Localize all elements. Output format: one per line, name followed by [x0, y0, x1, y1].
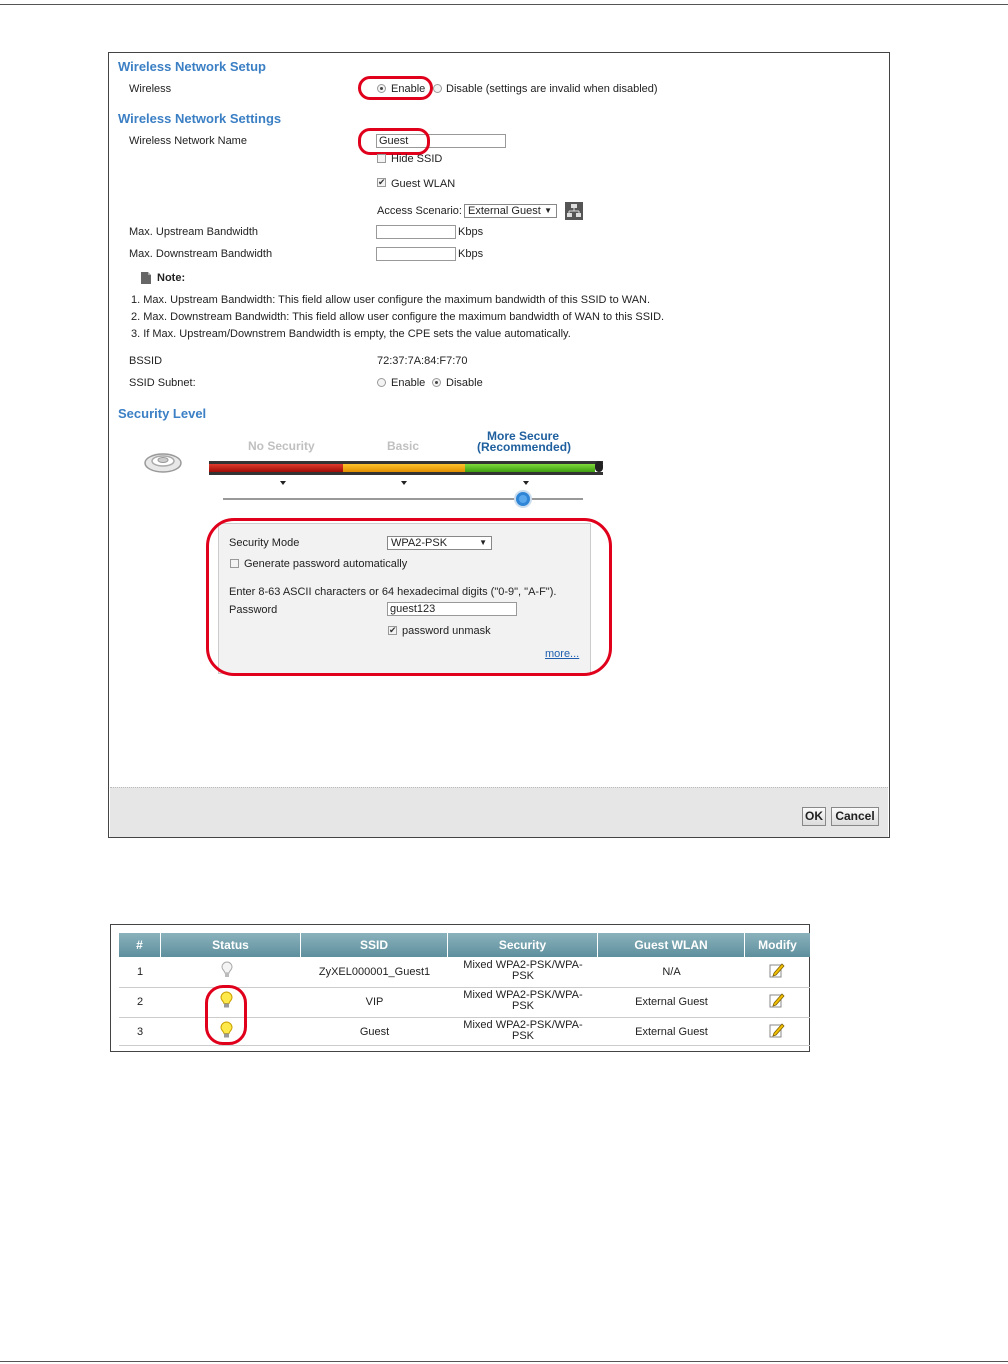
ssid-subnet-disable-radio[interactable]: [432, 378, 441, 387]
row-1-security-line2: PSK: [511, 970, 534, 982]
top-rule: [0, 4, 1008, 5]
level-no-security[interactable]: No Security: [248, 439, 315, 453]
access-scenario-select[interactable]: External Guest ▼: [464, 204, 557, 218]
row-1-guest-wlan: N/A: [662, 966, 681, 978]
upstream-label: Max. Upstream Bandwidth: [129, 226, 258, 238]
cancel-button[interactable]: Cancel: [831, 807, 879, 826]
row-1-ssid: ZyXEL000001_Guest1: [318, 966, 431, 978]
row-2-security-line2: PSK: [511, 1000, 534, 1012]
security-level-bar: [209, 461, 603, 500]
row-3-ssid: Guest: [359, 1026, 390, 1038]
downstream-input[interactable]: [376, 247, 456, 261]
level-basic[interactable]: Basic: [387, 439, 419, 453]
wireless-disable-label: Disable (settings are invalid when disab…: [446, 83, 658, 95]
row-2-guest-wlan: External Guest: [635, 996, 708, 1008]
password-input[interactable]: [387, 602, 517, 616]
row-3-security-line2: PSK: [511, 1030, 534, 1042]
bulb-off-icon: [221, 961, 233, 977]
note-item-2: 2. Max. Downstream Bandwidth: This field…: [131, 311, 665, 323]
level-recommended: (Recommended): [477, 440, 572, 454]
more-link[interactable]: more...: [545, 648, 579, 660]
row-2-number: 2: [136, 996, 144, 1008]
wireless-disable-radio[interactable]: [433, 84, 442, 93]
security-mode-select[interactable]: WPA2-PSK ▼: [387, 536, 492, 550]
hide-ssid-label: Hide SSID: [391, 153, 443, 165]
password-unmask-checkbox[interactable]: ✔: [388, 626, 397, 635]
generate-password-label: Generate password automatically: [244, 558, 408, 570]
row-divider: [119, 1017, 810, 1018]
security-mode-label: Security Mode: [229, 537, 300, 549]
col-header-number: #: [119, 933, 161, 957]
bssid-label: BSSID: [129, 355, 163, 367]
form-footer: OK Cancel: [110, 787, 888, 837]
edit-icon[interactable]: [769, 962, 785, 978]
wireless-enable-label: Enable: [391, 83, 426, 95]
access-scenario-label: Access Scenario:: [377, 205, 462, 217]
row-2-ssid: VIP: [365, 996, 384, 1008]
guest-wlan-checkbox[interactable]: ✔: [377, 178, 386, 187]
bulb-on-icon: [220, 1021, 233, 1038]
row-divider: [119, 1045, 810, 1046]
generate-password-checkbox[interactable]: [230, 559, 239, 568]
upstream-unit: Kbps: [458, 226, 484, 238]
col-header-security: Security: [448, 933, 598, 957]
downstream-unit: Kbps: [458, 248, 484, 260]
ssid-subnet-enable-label: Enable: [391, 377, 426, 389]
section-title-network-setup: Wireless Network Setup: [118, 59, 266, 74]
hide-ssid-checkbox[interactable]: [377, 154, 386, 163]
note-item-3: 3. If Max. Upstream/Downstrem Bandwidth …: [131, 328, 571, 340]
access-scenario-value: External Guest: [468, 205, 541, 217]
network-name-input[interactable]: [376, 134, 506, 148]
wireless-label: Wireless: [129, 83, 172, 95]
col-header-status: Status: [161, 933, 301, 957]
chevron-down-icon: ▼: [479, 538, 487, 547]
col-header-guest-wlan: Guest WLAN: [598, 933, 745, 957]
ssid-subnet-disable-label: Disable: [446, 377, 483, 389]
section-title-network-settings: Wireless Network Settings: [118, 111, 282, 126]
network-topology-icon[interactable]: [565, 202, 583, 220]
ok-button[interactable]: OK: [802, 807, 826, 826]
col-header-modify: Modify: [745, 933, 810, 957]
security-settings-box: Security Mode WPA2-PSK ▼ Generate passwo…: [218, 523, 591, 674]
guest-wlan-label: Guest WLAN: [391, 178, 456, 190]
note-title: Note:: [157, 272, 186, 284]
ssid-subnet-enable-radio[interactable]: [377, 378, 386, 387]
downstream-label: Max. Downstream Bandwidth: [129, 248, 273, 260]
bulb-on-icon: [220, 991, 233, 1008]
password-label: Password: [229, 604, 278, 616]
password-hint: Enter 8-63 ASCII characters or 64 hexade…: [229, 586, 557, 598]
ssid-subnet-label: SSID Subnet:: [129, 377, 196, 389]
edit-icon[interactable]: [769, 992, 785, 1008]
ssid-table: # Status SSID Security Guest WLAN Modify…: [110, 924, 810, 1052]
chevron-down-icon: ▼: [544, 206, 552, 215]
upstream-input[interactable]: [376, 225, 456, 239]
row-3-number: 3: [136, 1026, 144, 1038]
security-slider-handle[interactable]: [514, 490, 532, 508]
section-title-security-level: Security Level: [118, 406, 207, 421]
wireless-settings-panel: Wireless Network Setup Wireless Enable D…: [108, 52, 890, 838]
row-1-number: 1: [136, 966, 144, 978]
security-mode-value: WPA2-PSK: [391, 537, 448, 549]
row-divider: [119, 987, 810, 988]
bssid-value: 72:37:7A:84:F7:70: [377, 355, 468, 367]
col-header-ssid: SSID: [301, 933, 448, 957]
wifi-router-icon: [144, 453, 182, 473]
password-unmask-label: password unmask: [402, 625, 491, 637]
network-name-label: Wireless Network Name: [129, 135, 247, 147]
edit-icon[interactable]: [769, 1022, 785, 1038]
note-icon: [141, 272, 151, 284]
note-item-1: 1. Max. Upstream Bandwidth: This field a…: [131, 294, 651, 306]
row-3-guest-wlan: External Guest: [635, 1026, 708, 1038]
wireless-enable-radio[interactable]: [377, 84, 386, 93]
bottom-rule: [0, 1361, 1008, 1362]
